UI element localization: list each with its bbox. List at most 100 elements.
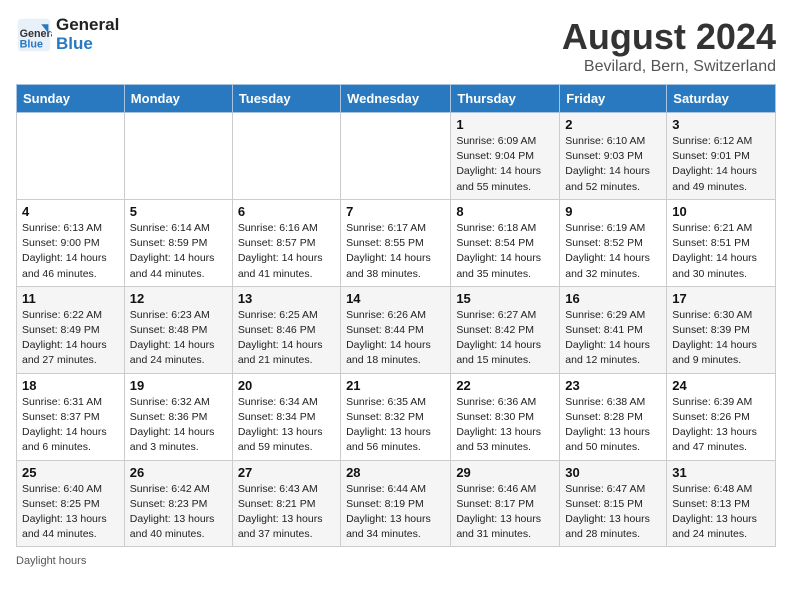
day-cell: 30 Sunrise: 6:47 AM Sunset: 8:15 PM Dayli… <box>560 460 667 547</box>
logo: General Blue General Blue <box>16 16 119 53</box>
day-cell: 26Sunrise: 6:42 AM Sunset: 8:23 PM Dayli… <box>124 460 232 547</box>
week-row-2: 4 Sunrise: 6:13 AM Sunset: 9:00 PM Daylig… <box>17 199 776 286</box>
day-cell <box>232 113 340 200</box>
day-number: 3 <box>672 117 770 132</box>
day-number: 29 <box>456 465 554 480</box>
day-info: Sunrise: 6:39 AM Sunset: 8:26 PM Dayligh… <box>672 395 770 456</box>
day-info: Sunrise: 6:48 AM Sunset: 8:13 PM Dayligh… <box>672 482 770 543</box>
day-number: 31 <box>672 465 770 480</box>
week-row-3: 11Sunrise: 6:22 AM Sunset: 8:49 PM Dayli… <box>17 286 776 373</box>
day-number: 20 <box>238 378 335 393</box>
day-info: Sunrise: 6:10 AM Sunset: 9:03 PM Dayligh… <box>565 134 661 195</box>
day-number: 6 <box>238 204 335 219</box>
week-row-1: 1 Sunrise: 6:09 AM Sunset: 9:04 PM Daylig… <box>17 113 776 200</box>
weekday-header-sunday: Sunday <box>17 85 125 113</box>
day-info: Sunrise: 6:09 AM Sunset: 9:04 PM Dayligh… <box>456 134 554 195</box>
day-cell: 13Sunrise: 6:25 AM Sunset: 8:46 PM Dayli… <box>232 286 340 373</box>
day-number: 18 <box>22 378 119 393</box>
day-cell: 3 Sunrise: 6:12 AM Sunset: 9:01 PM Daylig… <box>667 113 776 200</box>
weekday-header-wednesday: Wednesday <box>341 85 451 113</box>
day-cell: 24 Sunrise: 6:39 AM Sunset: 8:26 PM Dayli… <box>667 373 776 460</box>
day-cell: 8Sunrise: 6:18 AM Sunset: 8:54 PM Daylig… <box>451 199 560 286</box>
day-cell: 6 Sunrise: 6:16 AM Sunset: 8:57 PM Daylig… <box>232 199 340 286</box>
day-number: 4 <box>22 204 119 219</box>
weekday-header-row: SundayMondayTuesdayWednesdayThursdayFrid… <box>17 85 776 113</box>
month-title: August 2024 <box>562 16 776 58</box>
day-number: 9 <box>565 204 661 219</box>
day-cell: 17 Sunrise: 6:30 AM Sunset: 8:39 PM Dayli… <box>667 286 776 373</box>
location-title: Bevilard, Bern, Switzerland <box>562 58 776 76</box>
day-cell: 10 Sunrise: 6:21 AM Sunset: 8:51 PM Dayli… <box>667 199 776 286</box>
day-number: 17 <box>672 291 770 306</box>
footer: Daylight hours <box>16 555 776 567</box>
week-row-4: 18 Sunrise: 6:31 AM Sunset: 8:37 PM Dayli… <box>17 373 776 460</box>
day-number: 26 <box>130 465 227 480</box>
day-cell <box>17 113 125 200</box>
logo-icon: General Blue <box>16 17 52 53</box>
header: General Blue General Blue August 2024 Be… <box>16 16 776 76</box>
day-number: 16 <box>565 291 661 306</box>
day-number: 7 <box>346 204 445 219</box>
day-number: 8 <box>456 204 554 219</box>
day-cell: 29 Sunrise: 6:46 AM Sunset: 8:17 PM Dayli… <box>451 460 560 547</box>
day-cell: 21 Sunrise: 6:35 AM Sunset: 8:32 PM Dayli… <box>341 373 451 460</box>
logo-general: General <box>56 16 119 35</box>
day-info: Sunrise: 6:13 AM Sunset: 9:00 PM Dayligh… <box>22 221 119 282</box>
title-block: August 2024 Bevilard, Bern, Switzerland <box>562 16 776 76</box>
day-cell: 1 Sunrise: 6:09 AM Sunset: 9:04 PM Daylig… <box>451 113 560 200</box>
day-number: 10 <box>672 204 770 219</box>
day-cell: 19Sunrise: 6:32 AM Sunset: 8:36 PM Dayli… <box>124 373 232 460</box>
day-cell: 16Sunrise: 6:29 AM Sunset: 8:41 PM Dayli… <box>560 286 667 373</box>
day-info: Sunrise: 6:16 AM Sunset: 8:57 PM Dayligh… <box>238 221 335 282</box>
day-info: Sunrise: 6:36 AM Sunset: 8:30 PM Dayligh… <box>456 395 554 456</box>
day-info: Sunrise: 6:17 AM Sunset: 8:55 PM Dayligh… <box>346 221 445 282</box>
day-info: Sunrise: 6:30 AM Sunset: 8:39 PM Dayligh… <box>672 308 770 369</box>
day-number: 15 <box>456 291 554 306</box>
day-number: 13 <box>238 291 335 306</box>
day-cell: 23Sunrise: 6:38 AM Sunset: 8:28 PM Dayli… <box>560 373 667 460</box>
day-number: 21 <box>346 378 445 393</box>
day-cell: 7 Sunrise: 6:17 AM Sunset: 8:55 PM Daylig… <box>341 199 451 286</box>
week-row-5: 25Sunrise: 6:40 AM Sunset: 8:25 PM Dayli… <box>17 460 776 547</box>
day-cell: 5 Sunrise: 6:14 AM Sunset: 8:59 PM Daylig… <box>124 199 232 286</box>
weekday-header-friday: Friday <box>560 85 667 113</box>
weekday-header-thursday: Thursday <box>451 85 560 113</box>
day-info: Sunrise: 6:46 AM Sunset: 8:17 PM Dayligh… <box>456 482 554 543</box>
day-number: 1 <box>456 117 554 132</box>
day-number: 30 <box>565 465 661 480</box>
day-number: 12 <box>130 291 227 306</box>
day-number: 2 <box>565 117 661 132</box>
day-info: Sunrise: 6:23 AM Sunset: 8:48 PM Dayligh… <box>130 308 227 369</box>
day-cell <box>124 113 232 200</box>
day-info: Sunrise: 6:47 AM Sunset: 8:15 PM Dayligh… <box>565 482 661 543</box>
day-info: Sunrise: 6:40 AM Sunset: 8:25 PM Dayligh… <box>22 482 119 543</box>
day-info: Sunrise: 6:26 AM Sunset: 8:44 PM Dayligh… <box>346 308 445 369</box>
calendar-table: SundayMondayTuesdayWednesdayThursdayFrid… <box>16 84 776 547</box>
weekday-header-monday: Monday <box>124 85 232 113</box>
day-number: 24 <box>672 378 770 393</box>
day-cell: 11Sunrise: 6:22 AM Sunset: 8:49 PM Dayli… <box>17 286 125 373</box>
day-info: Sunrise: 6:21 AM Sunset: 8:51 PM Dayligh… <box>672 221 770 282</box>
day-cell: 22Sunrise: 6:36 AM Sunset: 8:30 PM Dayli… <box>451 373 560 460</box>
day-info: Sunrise: 6:44 AM Sunset: 8:19 PM Dayligh… <box>346 482 445 543</box>
day-number: 11 <box>22 291 119 306</box>
day-number: 5 <box>130 204 227 219</box>
day-info: Sunrise: 6:35 AM Sunset: 8:32 PM Dayligh… <box>346 395 445 456</box>
logo-blue: Blue <box>56 35 119 54</box>
weekday-header-saturday: Saturday <box>667 85 776 113</box>
day-info: Sunrise: 6:14 AM Sunset: 8:59 PM Dayligh… <box>130 221 227 282</box>
day-info: Sunrise: 6:34 AM Sunset: 8:34 PM Dayligh… <box>238 395 335 456</box>
day-number: 19 <box>130 378 227 393</box>
day-cell: 25Sunrise: 6:40 AM Sunset: 8:25 PM Dayli… <box>17 460 125 547</box>
day-info: Sunrise: 6:27 AM Sunset: 8:42 PM Dayligh… <box>456 308 554 369</box>
day-number: 28 <box>346 465 445 480</box>
day-cell: 28 Sunrise: 6:44 AM Sunset: 8:19 PM Dayli… <box>341 460 451 547</box>
day-number: 27 <box>238 465 335 480</box>
day-number: 23 <box>565 378 661 393</box>
weekday-header-tuesday: Tuesday <box>232 85 340 113</box>
day-info: Sunrise: 6:31 AM Sunset: 8:37 PM Dayligh… <box>22 395 119 456</box>
day-info: Sunrise: 6:43 AM Sunset: 8:21 PM Dayligh… <box>238 482 335 543</box>
day-info: Sunrise: 6:12 AM Sunset: 9:01 PM Dayligh… <box>672 134 770 195</box>
day-cell: 12 Sunrise: 6:23 AM Sunset: 8:48 PM Dayli… <box>124 286 232 373</box>
day-number: 14 <box>346 291 445 306</box>
